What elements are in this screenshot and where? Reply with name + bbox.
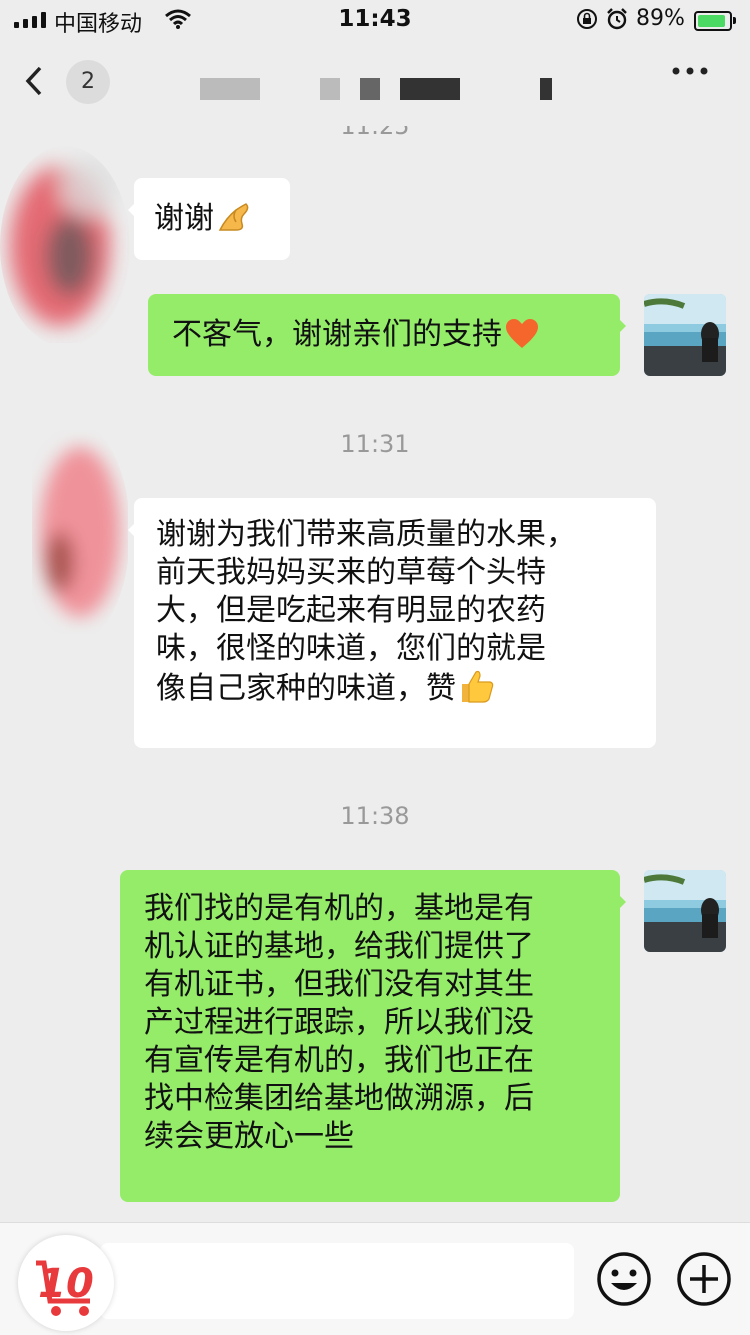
back-button[interactable] [22,64,46,107]
cart-logo-icon: 10 [36,1260,94,1316]
ok-hand-emoji [218,203,249,231]
my-avatar[interactable] [644,870,726,952]
smiley-icon[interactable] [596,1251,652,1307]
timestamp: 11:38 [340,802,410,830]
timestamp: 11:25 [340,126,410,140]
message-line: 像自己家种的味道，赞 [156,671,456,706]
message-line: 大，但是吃起来有明显的农药 [156,593,546,628]
message-text: 不客气，谢谢亲们的支持 [172,317,502,352]
my-avatar[interactable] [644,294,726,376]
message-line: 续会更放心一些 [144,1119,354,1154]
chat-title-redacted [200,78,560,100]
message-bubble-incoming[interactable]: 谢谢为我们带来高质量的水果， 前天我妈妈买来的草莓个头特 大，但是吃起来有明显的… [128,498,656,748]
message-text: 谢谢 [154,201,214,236]
contact-avatar[interactable] [20,422,130,642]
message-line: 谢谢为我们带来高质量的水果， [156,517,576,552]
unread-count-badge[interactable]: 2 [66,60,110,104]
orange-heart-emoji [506,319,538,348]
chat-header: 2 [0,40,750,126]
alarm-icon [607,8,627,30]
message-line: 找中检集团给基地做溯源，后 [144,1081,534,1116]
message-bubble-incoming[interactable]: 谢谢 [128,178,290,260]
battery-icon [694,11,736,31]
battery-percent: 89% [636,6,685,31]
rotation-lock-icon [577,9,597,29]
message-line: 前天我妈妈买来的草莓个头特 [156,555,546,590]
message-bubble-outgoing[interactable]: 我们找的是有机的，基地是有 机认证的基地，给我们提供了 有机证书，但我们没有对其… [120,870,626,1202]
status-bar: 中国移动 11:43 89% [0,0,750,40]
plus-circle-icon[interactable] [676,1251,732,1307]
message-input[interactable] [100,1243,574,1319]
input-bar: 10 [0,1222,750,1335]
message-line: 味，很怪的味道，您们的就是 [156,631,546,666]
more-dots-icon [672,67,708,75]
chevron-left-icon [25,66,42,96]
floating-shop-logo[interactable]: 10 [18,1235,114,1331]
message-line: 有机证书，但我们没有对其生 [144,967,534,1002]
message-line: 我们找的是有机的，基地是有 [144,891,534,926]
message-list[interactable]: 11:25 谢谢 不客气，谢谢亲们的支持 11:31 谢谢为我们带来高质量的水果… [0,126,750,1222]
message-bubble-outgoing[interactable]: 不客气，谢谢亲们的支持 [148,294,626,376]
message-line: 有宣传是有机的，我们也正在 [144,1043,534,1078]
contact-avatar[interactable] [0,146,130,346]
more-options-button[interactable] [670,54,710,97]
message-line: 机认证的基地，给我们提供了 [144,929,534,964]
message-line: 产过程进行跟踪，所以我们没 [144,1005,534,1040]
thumbs-up-emoji [462,670,494,703]
